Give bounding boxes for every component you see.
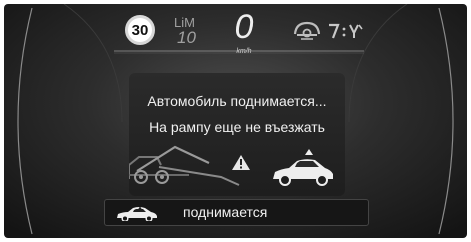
ramp-scene-graphic [129,145,333,186]
warning-triangle-icon [232,155,250,170]
speed-readout: 0 [234,8,254,46]
tow-ramp-icon [129,145,240,186]
speed-limit-sign: 30 [125,15,155,45]
car-lift-icon [117,206,157,221]
message-instruction: На рампу еще не въезжать [149,119,325,135]
status-text: поднимается [183,204,268,220]
car-lift-icon [273,149,333,186]
limiter-value: 10 [177,28,196,47]
status-bar: поднимается [104,199,369,226]
message-panel: Автомобиль поднимается... На рампу еще н… [129,73,345,196]
steering-wheel-icon [293,21,321,40]
speed-unit: km/h [236,48,252,55]
message-title: Автомобиль поднимается... [147,93,327,109]
instrument-cluster-display: 30 LiM 10 0 km/h Автомобиль поднимается.… [4,4,467,238]
gear-selector-icon [329,23,363,39]
